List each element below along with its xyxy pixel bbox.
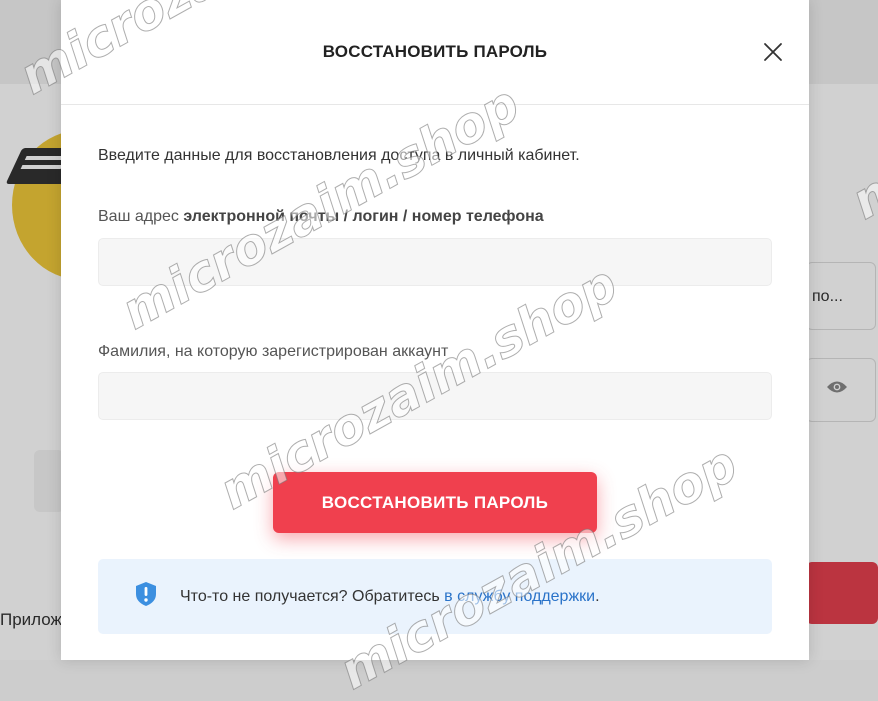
help-text-main: Что-то не получается? Обратитесь: [180, 588, 445, 605]
login-field-label: Ваш адрес электронной почты / логин / но…: [98, 208, 544, 226]
support-link[interactable]: в службу поддержки: [444, 588, 595, 605]
surname-field-label: Фамилия, на которую зарегистрирован акка…: [98, 343, 449, 360]
modal-intro-text: Введите данные для восстановления доступ…: [98, 147, 580, 164]
help-text: Что-то не получается? Обратитесь в служб…: [180, 588, 600, 606]
login-field-label-prefix: Ваш адрес: [98, 208, 184, 225]
surname-input[interactable]: [98, 372, 772, 420]
login-field-label-bold: электронной почты / логин / номер телефо…: [183, 208, 544, 225]
help-text-suffix: .: [595, 588, 600, 605]
help-notice: Что-то не получается? Обратитесь в служб…: [98, 559, 772, 634]
info-shield-icon: [136, 582, 156, 606]
login-input[interactable]: [98, 238, 772, 286]
reset-password-button[interactable]: ВОССТАНОВИТЬ ПАРОЛЬ: [273, 472, 597, 533]
password-reset-modal: ВОССТАНОВИТЬ ПАРОЛЬ Введите данные для в…: [61, 0, 809, 660]
modal-title: ВОССТАНОВИТЬ ПАРОЛЬ: [322, 42, 548, 61]
modal-header: ВОССТАНОВИТЬ ПАРОЛЬ: [61, 0, 809, 105]
close-icon[interactable]: [761, 40, 785, 64]
